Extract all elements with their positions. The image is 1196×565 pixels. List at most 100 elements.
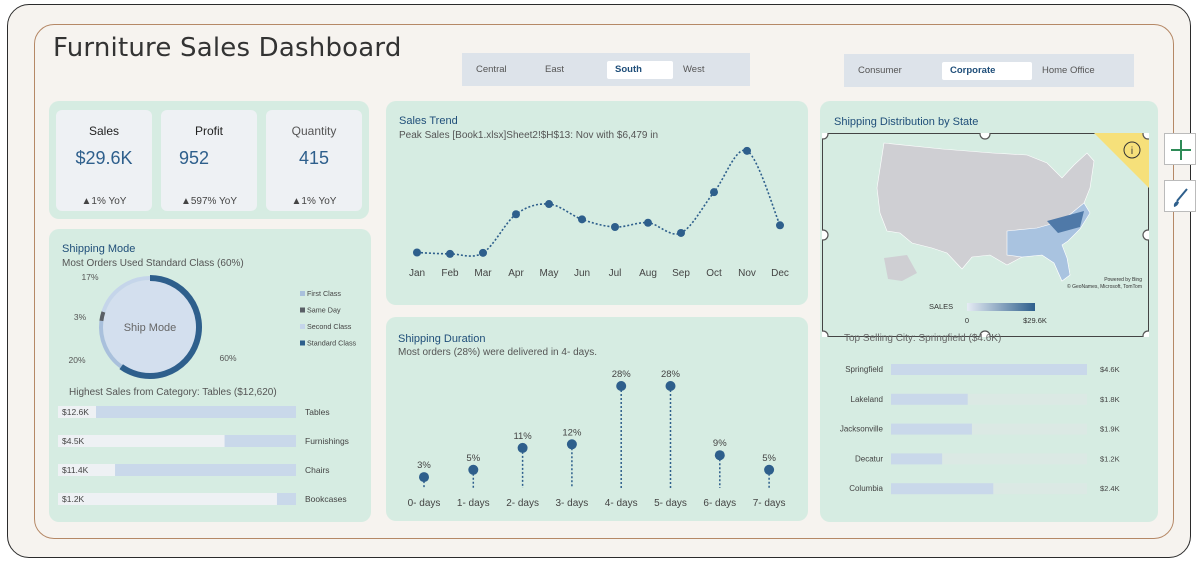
duration-data-label: 3% [417,460,431,471]
trend-x-tick-label: Jan [409,268,425,279]
map-credit-line2: © GeoNames, Microsoft, TomTom [1067,283,1142,290]
shipping-duration-chart[interactable]: 3% 0- days 5% 1- days 11% 2- days 12% 3- days 28… [390,360,800,515]
segment-option-consumer[interactable]: Consumer [850,62,938,80]
trend-x-tick-label: Mar [474,268,492,279]
segment-option-home-office[interactable]: Home Office [1034,62,1126,80]
duration-point[interactable] [419,472,429,483]
trend-point[interactable] [545,200,553,209]
legend-swatch [300,291,305,296]
trend-point[interactable] [743,146,751,155]
city-bar[interactable] [891,423,972,435]
duration-point[interactable] [566,439,577,450]
category-bar[interactable] [115,464,296,476]
kpi-label: Profit [194,124,223,138]
shipping-mode-donut[interactable]: 17% 3% 20% 60% Ship Mode First Class Same Da… [60,268,360,383]
trend-point[interactable] [611,223,619,231]
legend-entry[interactable]: Standard Class [307,339,357,348]
duration-x-tick-label: 4- days [605,498,638,509]
shipping-duration-subtitle: Most orders (28%) were delivered in 4- d… [398,347,597,358]
city-value-label: $4.6K [1100,365,1120,374]
trend-x-tick-label: Jul [609,268,622,279]
category-value-label: $11.4K [62,465,89,475]
page-title: Furniture Sales Dashboard [53,33,402,63]
city-label: Columbia [849,484,883,493]
city-value-label: $2.4K [1100,484,1120,493]
resize-handle-w[interactable] [822,229,829,241]
city-label: Springfield [845,365,883,374]
trend-point[interactable] [710,188,718,197]
region-slicer: Central East South West [462,53,750,86]
region-option-west[interactable]: West [675,61,741,79]
trend-point[interactable] [479,248,487,257]
shipping-duration-title: Shipping Duration [398,333,486,345]
city-bar[interactable] [891,364,1087,375]
region-option-central[interactable]: Central [468,61,534,79]
city-bar[interactable] [891,483,994,495]
trend-point[interactable] [677,228,685,237]
legend-swatch [300,307,305,313]
trend-x-tick-label: May [540,268,559,279]
duration-point[interactable] [665,381,676,391]
kpi-card-quantity[interactable]: Quantity 415 ▲1% YoY [266,110,362,211]
trend-point[interactable] [578,215,586,224]
kpi-yoy: ▲1% YoY [81,196,127,207]
legend-entry[interactable]: Second Class [307,322,352,331]
segment-option-corporate[interactable]: Corporate [942,62,1032,80]
duration-point[interactable] [714,450,725,461]
trend-x-tick-label: Aug [639,268,657,279]
duration-point[interactable] [616,381,627,391]
legend-swatch [300,324,305,329]
city-bar[interactable] [891,453,943,465]
duration-x-tick-label: 3- days [556,498,589,509]
category-bar[interactable] [276,493,296,505]
trend-point[interactable] [776,221,784,230]
category-bar-chart[interactable]: $12.6K Tables $4.5K Furnishings $11.4K Chairs… [56,400,366,515]
category-label: Furnishings [305,436,349,446]
duration-point[interactable] [468,464,479,475]
trend-x-tick-label: Dec [771,268,789,279]
duration-point[interactable] [764,464,775,475]
donut-slice[interactable] [99,311,106,322]
category-title: Highest Sales from Category: Tables ($12… [69,387,277,398]
duration-x-tick-label: 2- days [506,498,539,509]
resize-handle-n[interactable] [979,133,991,140]
duration-x-tick-label: 7- days [753,498,786,509]
region-option-south[interactable]: South [607,61,673,79]
trend-point[interactable] [413,248,421,257]
trend-line [416,149,781,257]
chart-styles-button[interactable] [1164,180,1196,212]
sales-trend-chart[interactable]: Jan Feb Mar Apr May Jun Jul Aug Sep Oct Nov Dec [390,140,800,285]
map-legend-min: 0 [965,316,969,325]
category-label: Bookcases [305,494,347,504]
legend-entry[interactable]: Same Day [307,306,341,315]
duration-data-label: 5% [762,453,776,464]
kpi-card-sales[interactable]: Sales $29.6K ▲1% YoY [56,110,152,211]
city-label: Decatur [855,454,883,463]
duration-data-label: 9% [713,438,727,449]
duration-x-tick-label: 5- days [654,498,687,509]
city-label: Lakeland [851,395,883,404]
trend-point[interactable] [446,249,454,258]
donut-data-label: 3% [74,312,87,322]
category-bar[interactable] [224,435,296,447]
kpi-card-profit[interactable]: Profit 952 ▲597% YoY [161,110,257,211]
info-icon-glyph: i [1131,146,1133,157]
trend-point[interactable] [512,210,520,219]
trend-x-tick-label: Sep [672,268,690,279]
legend-swatch [300,340,305,346]
trend-x-tick-label: Jun [574,268,590,279]
kpi-value: 415 [298,148,330,168]
region-option-east[interactable]: East [537,61,603,79]
add-chart-element-button[interactable] [1164,133,1196,165]
trend-point[interactable] [644,218,652,227]
trend-x-tick-label: Oct [706,268,722,279]
category-label: Chairs [305,465,330,475]
legend-entry[interactable]: First Class [307,289,341,298]
shipping-map[interactable]: i Powered by Bing © GeoNames, Microsoft,… [822,133,1149,337]
category-bar[interactable] [96,406,296,418]
duration-data-label: 28% [661,369,681,380]
city-bar[interactable] [891,393,968,405]
resize-handle-e[interactable] [1142,229,1149,241]
top-cities-chart[interactable]: Springfield $4.6K Lakeland $1.8K Jacksonvill… [826,352,1152,502]
duration-point[interactable] [517,442,528,453]
